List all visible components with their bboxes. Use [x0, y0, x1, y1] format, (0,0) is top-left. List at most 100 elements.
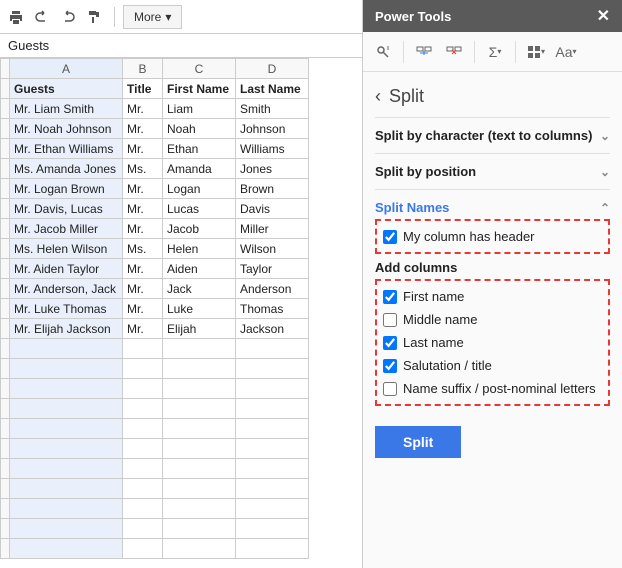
cell[interactable]: Mr. — [123, 299, 163, 319]
cell[interactable]: Noah — [163, 119, 236, 139]
section-split-names[interactable]: Split Names⌃ — [375, 200, 610, 215]
cell[interactable]: Mr. Noah Johnson — [10, 119, 123, 139]
cell[interactable] — [123, 459, 163, 479]
cell[interactable] — [10, 499, 123, 519]
cell[interactable]: Liam — [163, 99, 236, 119]
undo-icon[interactable] — [30, 5, 54, 29]
opt-middle-name[interactable]: Middle name — [383, 308, 602, 331]
cell[interactable]: Mr. — [123, 199, 163, 219]
opt-salutation[interactable]: Salutation / title — [383, 354, 602, 377]
cell[interactable]: Davis — [236, 199, 309, 219]
cell[interactable] — [10, 519, 123, 539]
cell[interactable]: Jones — [236, 159, 309, 179]
cell[interactable] — [236, 379, 309, 399]
cell[interactable] — [10, 399, 123, 419]
cell[interactable]: Jack — [163, 279, 236, 299]
cell[interactable]: Smith — [236, 99, 309, 119]
cell[interactable] — [236, 479, 309, 499]
opt-has-header[interactable]: My column has header — [383, 225, 602, 248]
cell[interactable] — [123, 439, 163, 459]
cell[interactable]: Mr. Jacob Miller — [10, 219, 123, 239]
cell[interactable]: Ms. Amanda Jones — [10, 159, 123, 179]
merge-icon[interactable] — [412, 40, 436, 64]
cell[interactable] — [236, 419, 309, 439]
cell[interactable]: Williams — [236, 139, 309, 159]
cell[interactable]: Mr. — [123, 139, 163, 159]
wrench-icon[interactable] — [371, 40, 395, 64]
cell[interactable] — [123, 519, 163, 539]
col-header[interactable]: B — [123, 59, 163, 79]
cell[interactable]: Mr. — [123, 279, 163, 299]
cell[interactable] — [163, 499, 236, 519]
cell[interactable]: Ms. — [123, 159, 163, 179]
cell[interactable] — [123, 379, 163, 399]
cell[interactable]: Mr. Ethan Williams — [10, 139, 123, 159]
section-split-by-position[interactable]: Split by position⌄ — [375, 164, 610, 179]
cell[interactable] — [163, 419, 236, 439]
cell[interactable]: Ethan — [163, 139, 236, 159]
cell[interactable] — [236, 499, 309, 519]
col-header[interactable]: A — [10, 59, 123, 79]
cell[interactable]: Jacob — [163, 219, 236, 239]
cell[interactable] — [10, 479, 123, 499]
unmerge-icon[interactable] — [442, 40, 466, 64]
section-split-by-char[interactable]: Split by character (text to columns)⌄ — [375, 128, 610, 143]
cell[interactable] — [163, 519, 236, 539]
cell[interactable] — [163, 439, 236, 459]
cell[interactable]: Anderson — [236, 279, 309, 299]
cell[interactable] — [163, 339, 236, 359]
cell[interactable]: Miller — [236, 219, 309, 239]
cell[interactable] — [236, 539, 309, 559]
cell[interactable] — [123, 499, 163, 519]
more-button[interactable]: More▾ — [123, 5, 182, 29]
cell[interactable] — [123, 359, 163, 379]
cell[interactable]: Mr. Elijah Jackson — [10, 319, 123, 339]
close-icon[interactable]: ✕ — [597, 6, 610, 26]
cell[interactable]: Amanda — [163, 159, 236, 179]
cell[interactable] — [163, 479, 236, 499]
cell[interactable]: Ms. — [123, 239, 163, 259]
cell[interactable]: Mr. — [123, 259, 163, 279]
cell[interactable]: Ms. Helen Wilson — [10, 239, 123, 259]
cell[interactable] — [236, 519, 309, 539]
cell[interactable]: Thomas — [236, 299, 309, 319]
cell[interactable]: Taylor — [236, 259, 309, 279]
print-icon[interactable] — [4, 5, 28, 29]
paintformat-icon[interactable] — [82, 5, 106, 29]
cell[interactable]: Helen — [163, 239, 236, 259]
cell[interactable]: Mr. Anderson, Jack — [10, 279, 123, 299]
cell[interactable]: Mr. — [123, 99, 163, 119]
cell[interactable]: Aiden — [163, 259, 236, 279]
cell[interactable] — [163, 399, 236, 419]
name-box[interactable]: Guests — [0, 34, 362, 58]
cell[interactable] — [123, 479, 163, 499]
cell[interactable] — [10, 419, 123, 439]
cell[interactable]: Mr. — [123, 179, 163, 199]
header-cell[interactable]: Last Name — [236, 79, 309, 99]
cell[interactable]: Mr. Logan Brown — [10, 179, 123, 199]
cell[interactable]: Mr. Aiden Taylor — [10, 259, 123, 279]
grid-icon[interactable]: ▾ — [524, 40, 548, 64]
header-cell[interactable]: Title — [123, 79, 163, 99]
back-button[interactable]: ‹ Split — [375, 80, 610, 117]
cell[interactable]: Mr. Luke Thomas — [10, 299, 123, 319]
cell[interactable]: Elijah — [163, 319, 236, 339]
cell[interactable]: Mr. — [123, 319, 163, 339]
cell[interactable]: Mr. — [123, 219, 163, 239]
sigma-icon[interactable]: Σ▾ — [483, 40, 507, 64]
cell[interactable] — [123, 339, 163, 359]
cell[interactable] — [163, 379, 236, 399]
cell[interactable]: Mr. Liam Smith — [10, 99, 123, 119]
cell[interactable] — [10, 339, 123, 359]
cell[interactable] — [123, 419, 163, 439]
text-icon[interactable]: Aa▾ — [554, 40, 578, 64]
cell[interactable] — [236, 439, 309, 459]
cell[interactable] — [236, 339, 309, 359]
cell[interactable] — [163, 359, 236, 379]
cell[interactable] — [10, 359, 123, 379]
split-button[interactable]: Split — [375, 426, 461, 458]
col-header[interactable]: C — [163, 59, 236, 79]
header-cell[interactable]: Guests — [10, 79, 123, 99]
cell[interactable]: Wilson — [236, 239, 309, 259]
cell[interactable]: Logan — [163, 179, 236, 199]
